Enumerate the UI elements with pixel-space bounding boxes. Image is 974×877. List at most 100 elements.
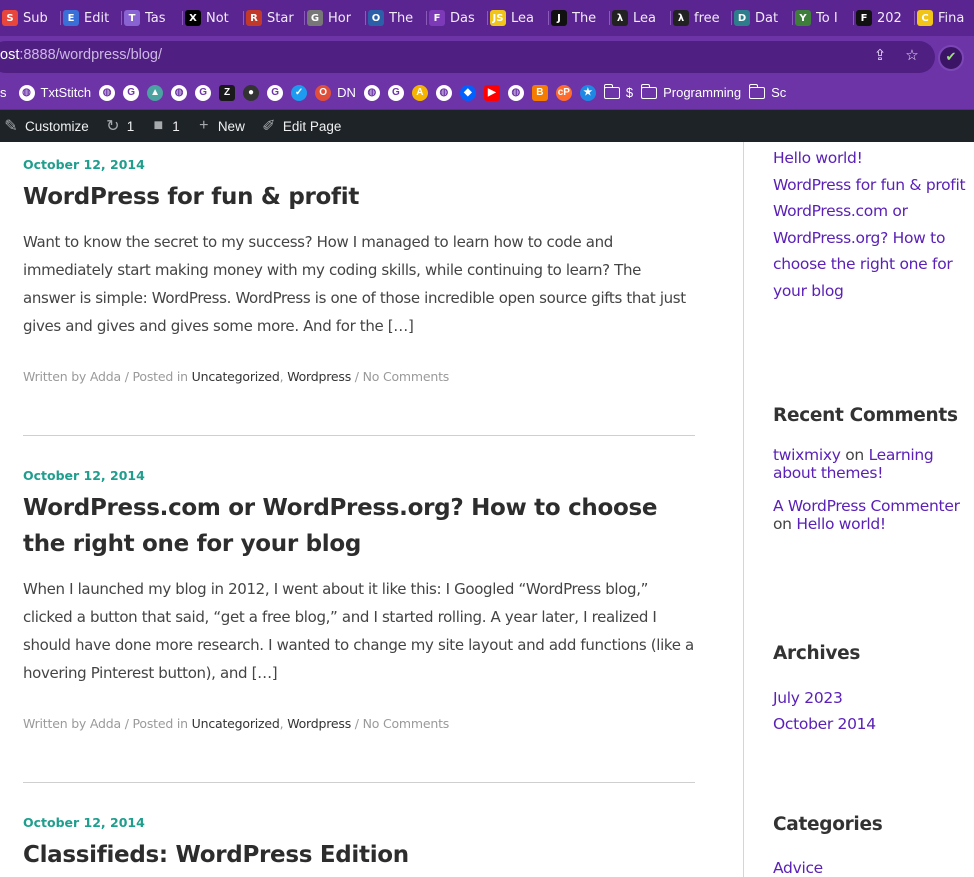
bookmark-item[interactable]: ◍ bbox=[171, 84, 188, 101]
browser-tab[interactable]: C Fina bbox=[915, 0, 974, 36]
post-date[interactable]: October 12, 2014 bbox=[23, 157, 695, 172]
globe-icon: G bbox=[307, 10, 323, 26]
bookmark-item[interactable]: $ bbox=[603, 83, 634, 100]
browser-tab[interactable]: E Edit bbox=[61, 0, 122, 36]
owl-icon: O bbox=[368, 10, 384, 26]
globe-icon: ◍ bbox=[507, 84, 524, 101]
recent-post-link[interactable]: Hello world! bbox=[773, 145, 968, 172]
comments-count-link[interactable]: / No Comments bbox=[351, 369, 450, 384]
bookmark-item[interactable]: ◍ bbox=[507, 84, 524, 101]
url-text[interactable]: ost:8888/wordpress/blog/ bbox=[0, 47, 162, 63]
browser-tab-title: Dat bbox=[755, 10, 779, 26]
folder-icon bbox=[749, 83, 766, 99]
browser-tab[interactable]: J The bbox=[549, 0, 610, 36]
bookmark-item[interactable]: s bbox=[0, 85, 7, 100]
bookmark-item[interactable]: O DN bbox=[315, 84, 356, 101]
bookmark-item[interactable]: G bbox=[267, 84, 284, 101]
x-logo-icon: X bbox=[185, 10, 201, 26]
share-icon[interactable]: ⇪ bbox=[871, 46, 889, 64]
recent-post-link[interactable]: WordPress for fun & profit bbox=[773, 172, 968, 199]
post-divider bbox=[23, 435, 695, 436]
bookmark-item[interactable]: ◆ bbox=[459, 84, 476, 101]
bookmark-item[interactable]: G bbox=[123, 84, 140, 101]
bookmark-item[interactable]: G bbox=[195, 84, 212, 101]
bookmark-item[interactable]: G bbox=[387, 84, 404, 101]
bookmark-item[interactable]: Z bbox=[219, 84, 236, 101]
blog-post: October 12, 2014 Classifieds: WordPress … bbox=[23, 815, 695, 873]
bookmark-item[interactable]: Sc bbox=[749, 83, 786, 100]
browser-tab-strip: S Sub E Edit T Tas X Not R Star G Hor O The F Das JS Lea J… bbox=[0, 0, 974, 36]
browser-tab-title: 202 bbox=[877, 10, 902, 26]
browser-tab[interactable]: D Dat bbox=[732, 0, 793, 36]
bookmark-item[interactable]: cP bbox=[555, 84, 572, 101]
category-link[interactable]: Uncategorized bbox=[192, 716, 280, 731]
post-title[interactable]: WordPress for fun & profit bbox=[23, 179, 695, 215]
bookmark-item[interactable]: A bbox=[411, 84, 428, 101]
feather-icon: F bbox=[429, 10, 445, 26]
browser-tab[interactable]: F Das bbox=[427, 0, 488, 36]
category-link[interactable]: Uncategorized bbox=[192, 369, 280, 384]
browser-tab[interactable]: S Sub bbox=[0, 0, 61, 36]
archive-link[interactable]: October 2014 bbox=[773, 711, 876, 737]
browser-tab[interactable]: λ Lea bbox=[610, 0, 671, 36]
bookmark-label: $ bbox=[625, 85, 634, 100]
bookmark-item[interactable]: ▲ bbox=[147, 84, 164, 101]
globe-icon: ◍ bbox=[18, 84, 35, 101]
post-date[interactable]: October 12, 2014 bbox=[23, 815, 695, 830]
comment-post-link[interactable]: Hello world! bbox=[796, 515, 886, 533]
bookmark-item[interactable]: ◍ bbox=[435, 84, 452, 101]
post-title[interactable]: WordPress.com or WordPress.org? How to c… bbox=[23, 490, 695, 562]
bookmark-item[interactable]: ★ bbox=[579, 84, 596, 101]
bookmark-item[interactable]: ◍ bbox=[363, 84, 380, 101]
post-meta-prefix: Written by Adda / Posted in bbox=[23, 716, 192, 731]
category-link[interactable]: Wordpress bbox=[287, 716, 351, 731]
bookmark-label: Programming bbox=[663, 85, 742, 100]
bookmark-item[interactable]: ◍ TxtStitch bbox=[18, 84, 91, 101]
browser-tab-title: The bbox=[389, 10, 414, 26]
twitter-bird-icon: ✓ bbox=[291, 84, 308, 101]
categories-list: Advice bbox=[773, 855, 823, 877]
comment-author-link[interactable]: twixmixy bbox=[773, 446, 841, 464]
google-icon: G bbox=[195, 84, 212, 101]
browser-tab[interactable]: Y To I bbox=[793, 0, 854, 36]
subtitle-app-icon: S bbox=[2, 10, 18, 26]
cpanel-icon: cP bbox=[555, 84, 572, 101]
bookmark-item[interactable]: ▶ bbox=[483, 84, 500, 101]
new-label: New bbox=[217, 118, 245, 134]
cal-logo-icon: C bbox=[917, 10, 933, 26]
edit-page-link[interactable]: ✐ Edit Page bbox=[253, 110, 350, 142]
comments-count-link[interactable]: / No Comments bbox=[351, 716, 450, 731]
bookmark-star-icon[interactable]: ☆ bbox=[903, 46, 921, 64]
browser-tab[interactable]: F 202 bbox=[854, 0, 915, 36]
post-date[interactable]: October 12, 2014 bbox=[23, 468, 695, 483]
comment-author-link[interactable]: A WordPress Commenter bbox=[773, 497, 960, 515]
comments-count: 1 bbox=[172, 118, 180, 134]
refresh-icon: ↻ bbox=[106, 118, 120, 135]
category-link[interactable]: Advice bbox=[773, 855, 823, 877]
browser-tab-title: Not bbox=[206, 10, 229, 26]
browser-tab[interactable]: R Star bbox=[244, 0, 305, 36]
browser-tab[interactable]: JS Lea bbox=[488, 0, 549, 36]
archives-list: July 2023 October 2014 bbox=[773, 685, 876, 737]
browser-tab[interactable]: G Hor bbox=[305, 0, 366, 36]
archive-link[interactable]: July 2023 bbox=[773, 685, 876, 711]
browser-tab[interactable]: O The bbox=[366, 0, 427, 36]
comments-link[interactable]: ■ 1 bbox=[142, 110, 188, 142]
customize-link[interactable]: ✎ Customize bbox=[0, 110, 97, 142]
category-link[interactable]: Wordpress bbox=[287, 369, 351, 384]
post-meta-prefix: Written by Adda / Posted in bbox=[23, 369, 192, 384]
browser-tab[interactable]: T Tas bbox=[122, 0, 183, 36]
bookmark-item[interactable]: Programming bbox=[641, 83, 742, 100]
globe-icon: ◍ bbox=[435, 84, 452, 101]
updates-link[interactable]: ↻ 1 bbox=[97, 110, 143, 142]
post-title[interactable]: Classifieds: WordPress Edition bbox=[23, 837, 695, 873]
new-content-link[interactable]: + New bbox=[188, 110, 253, 142]
recent-post-link[interactable]: WordPress.com or WordPress.org? How to c… bbox=[773, 198, 968, 304]
browser-tab[interactable]: X Not bbox=[183, 0, 244, 36]
bookmark-item[interactable]: ✓ bbox=[291, 84, 308, 101]
extension-shield-icon[interactable]: ✔ bbox=[938, 45, 964, 71]
bookmark-item[interactable]: ● bbox=[243, 84, 260, 101]
browser-tab[interactable]: λ free bbox=[671, 0, 732, 36]
bookmark-item[interactable]: B bbox=[531, 84, 548, 101]
bookmark-item[interactable]: ◍ bbox=[99, 84, 116, 101]
